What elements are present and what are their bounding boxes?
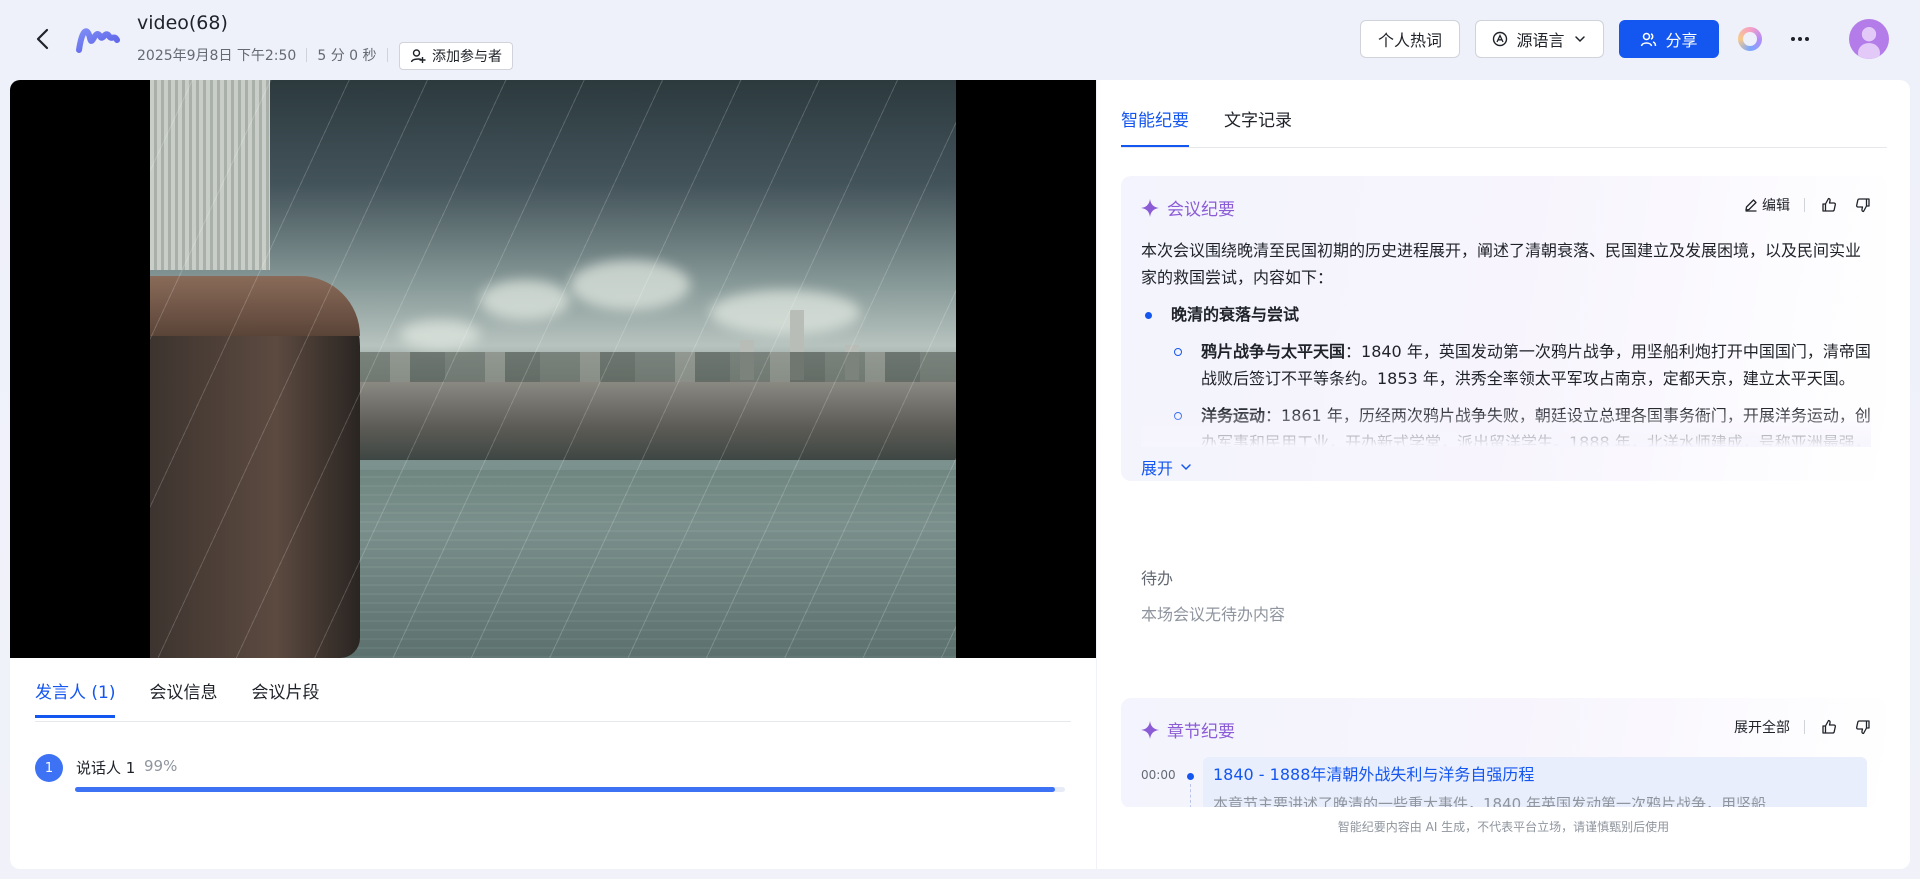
meeting-date: 2025年9月8日 下午2:50: [137, 48, 297, 64]
tab-meeting-info[interactable]: 会议信息: [149, 678, 217, 718]
sparkle-icon: [1141, 198, 1159, 217]
timeline-dot: [1187, 773, 1194, 780]
divider: [1804, 198, 1805, 212]
back-arrow-icon[interactable]: [30, 26, 56, 52]
tab-smart-summary[interactable]: 智能纪要: [1121, 106, 1189, 148]
chapter-title-heading: 章节纪要: [1167, 722, 1235, 742]
hotword-label: 个人热词: [1377, 31, 1442, 50]
speaker-name[interactable]: 说话人 1: [76, 757, 135, 778]
add-user-icon: [410, 49, 426, 63]
share-people-icon: [1641, 32, 1657, 46]
edit-pencil-icon: [1745, 199, 1757, 212]
source-language-select[interactable]: 源语言: [1475, 20, 1604, 58]
todo-title: 待办: [1141, 569, 1174, 588]
chapter-item[interactable]: 1840 - 1888年清朝外战失利与洋务自强历程 本章节主要讲述了晚清的一些重…: [1203, 757, 1867, 808]
right-tabs: 智能纪要 文字记录: [1121, 106, 1292, 148]
sparkle-icon: [1141, 720, 1159, 739]
summary-item: 洋务运动：1861 年，历经两次鸦片战争失败，朝廷设立总理各国事务衙门，开展洋务…: [1141, 402, 1871, 447]
header: video(68) 2025年9月8日 下午2:50 5 分 0 秒 添加参与者…: [0, 0, 1920, 80]
thumbs-down-icon[interactable]: [1853, 195, 1873, 215]
divider: [386, 48, 388, 62]
divider: [306, 48, 308, 62]
chapter-item-title: 1840 - 1888年清朝外战失利与洋务自强历程: [1213, 765, 1535, 784]
timeline-line: [1190, 784, 1191, 808]
disclaimer-bar: [1097, 807, 1910, 869]
divider: [35, 721, 1071, 722]
share-button[interactable]: 分享: [1619, 20, 1719, 58]
summary-item-text: ：1861 年，历经两次鸦片战争失败，朝廷设立总理各国事务衙门，开展洋务运动，创…: [1201, 406, 1871, 447]
speaker-badge[interactable]: 1: [35, 754, 63, 782]
right-panel: 智能纪要 文字记录 会议纪要 编辑 本次会议围绕晚清至民国初期的历史进程展开，阐…: [1097, 80, 1910, 869]
todo-empty-text: 本场会议无待办内容: [1141, 605, 1286, 624]
speaker-progress-fill: [75, 787, 1056, 792]
meeting-duration: 5 分 0 秒: [317, 48, 377, 64]
tab-speakers[interactable]: 发言人 (1): [35, 678, 116, 718]
expand-summary-button[interactable]: 展开: [1141, 455, 1193, 479]
summary-header: 会议纪要: [1141, 195, 1235, 220]
expand-all-button[interactable]: 展开全部: [1734, 717, 1790, 737]
share-label: 分享: [1665, 31, 1698, 50]
left-tabs: 发言人 (1) 会议信息 会议片段: [35, 678, 319, 718]
expand-label: 展开: [1141, 459, 1174, 478]
summary-body: 本次会议围绕晚清至民国初期的历史进程展开，阐述了清朝衰落、民国建立及发展困境，以…: [1141, 237, 1871, 447]
divider: [1121, 147, 1887, 148]
ai-disclaimer: 智能纪要内容由 AI 生成，不代表平台立场，请谨慎甄别后使用: [1337, 820, 1670, 834]
meeting-summary-card: 会议纪要 编辑 本次会议围绕晚清至民国初期的历史进程展开，阐述了清朝衰落、民国建…: [1121, 176, 1887, 481]
summary-title: 会议纪要: [1167, 200, 1235, 220]
expand-all-label: 展开全部: [1734, 720, 1790, 736]
chevron-down-icon: [1574, 36, 1585, 43]
thumbs-down-icon[interactable]: [1853, 717, 1873, 737]
avatar[interactable]: [1849, 19, 1889, 59]
summary-tools: 编辑: [1744, 195, 1873, 215]
chevron-down-icon: [1181, 464, 1191, 471]
speaker-percent: 99%: [144, 757, 178, 775]
add-participant-label: 添加参与者: [432, 49, 502, 65]
source-language-label: 源语言: [1516, 31, 1565, 50]
summary-item-title: 鸦片战争与太平天国: [1201, 342, 1346, 361]
summary-item: 鸦片战争与太平天国：1840 年，英国发动第一次鸦片战争，用坚船利炮打开中国国门…: [1141, 338, 1871, 392]
thumbs-up-icon[interactable]: [1819, 195, 1839, 215]
chapter-item-desc: 本章节主要讲述了晚清的一些重大事件，1840 年英国发动第一次鸦片战争，用坚船: [1213, 795, 1766, 808]
summary-section-title: 晚清的衰落与尝试: [1141, 301, 1871, 328]
divider: [1804, 720, 1805, 734]
page-title: video(68): [137, 12, 228, 34]
summary-item-title: 洋务运动: [1201, 406, 1266, 425]
video-player[interactable]: [10, 80, 1096, 658]
thumbs-up-icon[interactable]: [1819, 717, 1839, 737]
video-frame: [150, 80, 956, 658]
edit-label: 编辑: [1762, 198, 1790, 214]
app-logo-icon: [76, 22, 120, 56]
tab-transcript[interactable]: 文字记录: [1224, 106, 1292, 148]
chapter-summary-card: 章节纪要 展开全部 00:00 1840 - 1888年清朝外战失利与洋务自强历…: [1121, 698, 1887, 808]
left-panel: 发言人 (1) 会议信息 会议片段 1 说话人 1 99%: [10, 80, 1096, 869]
chapter-timestamp[interactable]: 00:00: [1141, 768, 1176, 782]
speaker-progress-bar: [75, 787, 1065, 792]
tab-meeting-clips[interactable]: 会议片段: [251, 678, 319, 718]
chapter-header: 章节纪要: [1141, 717, 1235, 742]
personal-hotword-button[interactable]: 个人热词: [1360, 20, 1460, 58]
summary-intro: 本次会议围绕晚清至民国初期的历史进程展开，阐述了清朝衰落、民国建立及发展困境，以…: [1141, 241, 1862, 287]
edit-button[interactable]: 编辑: [1744, 195, 1790, 215]
meeting-meta: 2025年9月8日 下午2:50 5 分 0 秒: [137, 45, 398, 65]
ai-ring-icon[interactable]: [1738, 27, 1762, 51]
language-icon: [1493, 31, 1508, 47]
add-participant-button[interactable]: 添加参与者: [399, 42, 513, 70]
more-icon[interactable]: [1786, 25, 1814, 53]
chapter-tools: 展开全部: [1734, 717, 1873, 737]
